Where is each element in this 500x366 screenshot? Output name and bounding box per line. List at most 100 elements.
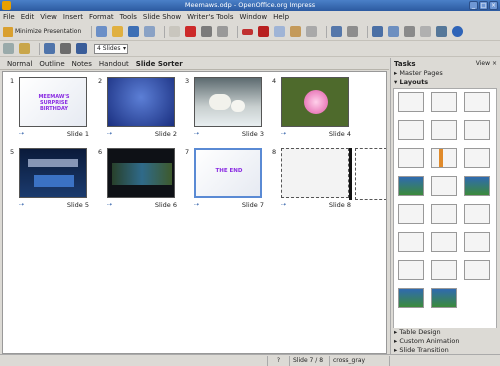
slide-thumbnail[interactable]: 3 ⇢ Slide 3 bbox=[185, 77, 264, 138]
slide-preview bbox=[107, 77, 175, 127]
layout-title-text[interactable] bbox=[398, 148, 424, 168]
desktop-image bbox=[34, 175, 74, 187]
slide-thumbnail[interactable]: 1 MEEMAW'S SURPRISE BIRTHDAY ⇢ Slide 1 bbox=[10, 77, 89, 138]
tab-handout[interactable]: Handout bbox=[99, 60, 129, 68]
slide-thumbnail[interactable]: 5 ⇢ Slide 5 bbox=[10, 148, 89, 209]
slide-preview bbox=[19, 148, 87, 198]
minimize-presentation-button[interactable]: Minimize Presentation bbox=[3, 26, 81, 37]
save-icon[interactable] bbox=[128, 26, 140, 37]
paste-icon[interactable] bbox=[290, 26, 302, 37]
drag-placeholder bbox=[355, 148, 386, 200]
tab-notes[interactable]: Notes bbox=[72, 60, 92, 68]
slides-per-row-select[interactable]: 4 Slides bbox=[94, 43, 128, 54]
close-tasks-icon[interactable]: × bbox=[492, 60, 497, 67]
section-table-design[interactable]: ▸ Table Design bbox=[391, 328, 499, 337]
layout-title-chart[interactable] bbox=[431, 148, 457, 168]
tasks-header: Tasks View × bbox=[394, 59, 497, 68]
transition-icon: ⇢ bbox=[107, 130, 113, 137]
tasks-view-menu[interactable]: View bbox=[476, 60, 490, 67]
slide-thumbnail[interactable]: 2 ⇢ Slide 2 bbox=[98, 77, 177, 138]
tab-outline[interactable]: Outline bbox=[39, 60, 64, 68]
gallery-icon[interactable] bbox=[420, 26, 432, 37]
layout-title-content[interactable] bbox=[464, 92, 490, 112]
table-icon[interactable] bbox=[388, 26, 400, 37]
menu-insert[interactable]: Insert bbox=[63, 13, 83, 21]
layout-chart-text[interactable] bbox=[398, 204, 424, 224]
layout-title-only[interactable] bbox=[431, 120, 457, 140]
layout-blank[interactable] bbox=[398, 92, 424, 112]
select-arrow-icon[interactable] bbox=[3, 43, 14, 54]
layout-object-text[interactable] bbox=[464, 204, 490, 224]
layout-title-object[interactable] bbox=[431, 204, 457, 224]
layout-vertical-text[interactable] bbox=[431, 260, 457, 280]
layout-title-content-over[interactable] bbox=[464, 232, 490, 252]
maximize-window-button[interactable]: □ bbox=[479, 1, 488, 10]
layout-four-images[interactable] bbox=[398, 288, 424, 308]
menu-view[interactable]: View bbox=[40, 13, 57, 21]
slide-thumbnail[interactable]: 4 ⇢ Slide 4 bbox=[272, 77, 351, 138]
layout-text-clipart[interactable] bbox=[464, 176, 490, 196]
cut-icon[interactable] bbox=[258, 26, 270, 37]
layout-title-table[interactable] bbox=[464, 148, 490, 168]
slide-show-icon[interactable] bbox=[44, 43, 55, 54]
print-preview-icon[interactable] bbox=[217, 26, 229, 37]
section-custom-animation[interactable]: ▸ Custom Animation bbox=[391, 337, 499, 346]
toolbar-separator bbox=[237, 25, 239, 38]
menu-help[interactable]: Help bbox=[273, 13, 289, 21]
redo-icon[interactable] bbox=[347, 26, 359, 37]
new-document-icon[interactable] bbox=[96, 26, 108, 37]
menu-window[interactable]: Window bbox=[240, 13, 268, 21]
layout-title-slide[interactable] bbox=[431, 92, 457, 112]
transition-icon: ⇢ bbox=[19, 130, 25, 137]
layout-vertical-title[interactable] bbox=[398, 260, 424, 280]
slide-thumbnail[interactable]: 7 THE END ⇢ Slide 7 bbox=[185, 148, 264, 209]
export-pdf-icon[interactable] bbox=[185, 26, 197, 37]
rehearse-timings-icon[interactable] bbox=[60, 43, 71, 54]
layout-vertical-two[interactable] bbox=[464, 260, 490, 280]
menu-format[interactable]: Format bbox=[89, 13, 114, 21]
print-icon[interactable] bbox=[201, 26, 213, 37]
slide-preview bbox=[194, 77, 262, 127]
layout-text-chart[interactable] bbox=[431, 176, 457, 196]
layout-title-clipart[interactable] bbox=[398, 176, 424, 196]
transition-icon: ⇢ bbox=[194, 201, 200, 208]
layout-two-content[interactable] bbox=[398, 120, 424, 140]
open-folder-icon[interactable] bbox=[112, 26, 124, 37]
layout-six-images[interactable] bbox=[431, 288, 457, 308]
minimize-window-button[interactable]: _ bbox=[469, 1, 478, 10]
clone-formatting-icon[interactable] bbox=[306, 26, 318, 37]
slide-thumbnail[interactable]: 8 ⇢ Slide 8 bbox=[272, 148, 351, 209]
close-window-button[interactable]: × bbox=[489, 1, 498, 10]
menu-slide-show[interactable]: Slide Show bbox=[143, 13, 181, 21]
tab-normal[interactable]: Normal bbox=[7, 60, 32, 68]
status-master-page: cross_gray bbox=[330, 355, 390, 366]
effects-icon[interactable] bbox=[19, 43, 30, 54]
menu-tools[interactable]: Tools bbox=[120, 13, 137, 21]
spellcheck-icon[interactable] bbox=[242, 28, 254, 35]
copy-icon[interactable] bbox=[274, 26, 286, 37]
help-icon[interactable] bbox=[452, 26, 464, 37]
undo-icon[interactable] bbox=[331, 26, 343, 37]
landscape-image bbox=[112, 163, 172, 185]
slide-preview: MEEMAW'S SURPRISE BIRTHDAY bbox=[19, 77, 87, 127]
document-modified-icon: ? bbox=[268, 355, 290, 366]
chart-icon[interactable] bbox=[372, 26, 384, 37]
toolbar-separator bbox=[326, 25, 328, 38]
menu-edit[interactable]: Edit bbox=[21, 13, 35, 21]
section-master-pages[interactable]: ▸ Master Pages bbox=[391, 69, 500, 78]
hide-slide-icon[interactable] bbox=[76, 43, 87, 54]
email-icon[interactable] bbox=[144, 26, 156, 37]
transition-icon: ⇢ bbox=[107, 201, 113, 208]
layout-centered-text[interactable] bbox=[464, 120, 490, 140]
layout-title-two-content-over[interactable] bbox=[431, 232, 457, 252]
menu-writers-tools[interactable]: Writer's Tools bbox=[187, 13, 233, 21]
menu-file[interactable]: File bbox=[3, 13, 15, 21]
section-layouts[interactable]: ▾ Layouts bbox=[391, 78, 500, 87]
polar-bear-image bbox=[209, 94, 231, 110]
tab-slide-sorter[interactable]: Slide Sorter bbox=[136, 60, 183, 68]
navigator-icon[interactable] bbox=[404, 26, 416, 37]
layout-four-objects[interactable] bbox=[398, 232, 424, 252]
slide-thumbnail[interactable]: 6 ⇢ Slide 6 bbox=[98, 148, 177, 209]
zoom-icon[interactable] bbox=[436, 26, 448, 37]
edit-file-icon[interactable] bbox=[169, 26, 181, 37]
